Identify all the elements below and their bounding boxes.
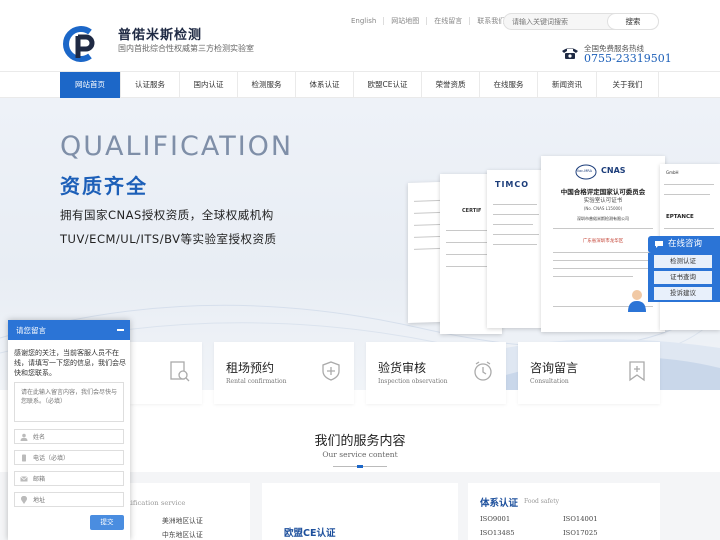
main-nav: 网站首页 认证服务 国内认证 检测服务 体系认证 欧盟CE认证 荣誉资质 在线服… [0, 71, 720, 98]
shield-plus-icon [322, 361, 340, 381]
message-popup-title: 请您留言 [16, 326, 46, 335]
email-field[interactable] [14, 471, 124, 486]
online-consult-menu: 检测认证 证书查询 投诉建议 [648, 253, 720, 302]
consult-item-complaint[interactable]: 投诉建议 [654, 287, 712, 300]
search-button[interactable]: 搜索 [607, 13, 659, 30]
nav-item-news[interactable]: 新闻资讯 [537, 72, 596, 98]
banner-headline-cn: 资质齐全 [60, 174, 148, 198]
cnas-logo: CNAS [601, 166, 626, 175]
clock-icon [474, 361, 492, 381]
service-card-inspection[interactable]: 验货审核 Inspection observation [366, 342, 506, 404]
cert-number: (No. CNAS L15000) [583, 206, 623, 211]
phone-icon [562, 48, 578, 59]
panel-middle-title[interactable]: 欧盟CE认证 [284, 525, 335, 539]
top-link-english[interactable]: English [344, 17, 385, 25]
service-panel-right: 体系认证 Food safety ISO9001 ISO14001 ISO134… [468, 483, 660, 540]
top-links: English 网站地图 在线留言 联系我们 [344, 17, 512, 25]
consult-item-certificate-query[interactable]: 证书查询 [654, 271, 712, 284]
panel-right-item-iso13485[interactable]: ISO13485 [480, 529, 515, 537]
service-card-consultation[interactable]: 咨询留言 Consultation [518, 342, 660, 404]
cert-right-eptance: EPTANCE [666, 214, 694, 220]
certificate-doc-timco: TIMCO [487, 170, 545, 328]
nav-item-about[interactable]: 关于我们 [596, 72, 659, 98]
service-title-inspection: 验货审核 [378, 361, 427, 375]
message-textarea[interactable] [14, 382, 124, 422]
brand-subtitle: 国内首批综合性权威第三方检测实验室 [118, 44, 254, 53]
nav-item-online[interactable]: 在线服务 [479, 72, 537, 98]
minimize-icon[interactable] [117, 329, 124, 331]
panel-right-item-iso14001[interactable]: ISO14001 [563, 515, 598, 523]
nav-item-ce[interactable]: 欧盟CE认证 [353, 72, 421, 98]
address-field[interactable] [14, 492, 124, 507]
panel-left-item-1[interactable]: 美洲地区认证 [162, 515, 203, 525]
nav-item-certification[interactable]: 认证服务 [120, 72, 179, 98]
cert-subtitle: 实验室认可证书 [583, 198, 623, 204]
nav-item-domestic[interactable]: 国内认证 [179, 72, 237, 98]
mail-icon [20, 476, 28, 482]
panel-right-title-en: Food safety [524, 498, 560, 505]
name-field[interactable] [14, 429, 124, 444]
phone-small-icon [22, 454, 26, 462]
section-divider-accent [357, 465, 363, 468]
bookmark-plus-icon [629, 361, 645, 382]
service-card-partial[interactable] [130, 342, 202, 404]
banner-line-2: TUV/ECM/UL/ITS/BV等实验室授权资质 [60, 232, 277, 246]
service-en-consultation: Consultation [530, 378, 569, 385]
site-header: 普偌米斯检测 国内首批综合性权威第三方检测实验室 English 网站地图 在线… [0, 0, 720, 71]
chat-bubble-icon [655, 241, 663, 248]
hotline-number[interactable]: 0755-23319501 [584, 52, 672, 65]
panel-left-item-2[interactable]: 中东地区认证 [162, 529, 203, 539]
service-title-rental: 租场预约 [226, 361, 275, 375]
service-en-rental: Rental confirmation [226, 378, 287, 385]
timco-logo: TIMCO [495, 180, 530, 189]
email-input[interactable] [33, 474, 119, 484]
brand-name: 普偌米斯检测 [118, 28, 203, 43]
nav-item-honors[interactable]: 荣誉资质 [421, 72, 479, 98]
service-panel-left: tification service 美洲地区认证 中东地区认证 [120, 483, 250, 540]
phone-field[interactable] [14, 450, 124, 465]
banner-headline-en: QUALIFICATION [60, 131, 294, 162]
service-panel-middle: 欧盟CE认证 [262, 483, 458, 540]
service-card-rental[interactable]: 租场预约 Rental confirmation [214, 342, 354, 404]
online-consult-header[interactable]: 在线咨询 [648, 236, 720, 253]
nav-item-testing[interactable]: 检测服务 [237, 72, 295, 98]
consult-item-testing[interactable]: 检测认证 [654, 255, 712, 268]
message-popup-header: 请您留言 [8, 320, 130, 340]
cert-doc2-label: CERTIF [462, 208, 482, 214]
submit-button[interactable]: 提交 [90, 515, 124, 530]
cert-title: 中国合格评定国家认可委员会 [560, 188, 646, 196]
cert-org: 深圳市普偌米斯检测有限公司 [577, 216, 629, 221]
document-search-icon [170, 361, 190, 382]
message-intro: 感谢您的关注，当前客服人员不在线，请填写一下您的信息，我们会尽快和您联系。 [14, 349, 126, 377]
service-title-consultation: 咨询留言 [530, 361, 579, 375]
ilac-mra-label: ilac-MRA [577, 169, 592, 173]
top-link-sitemap[interactable]: 网站地图 [384, 17, 428, 25]
cert-right-gmbh: GmbH [666, 170, 679, 175]
nav-item-system[interactable]: 体系认证 [295, 72, 353, 98]
service-en-inspection: Inspection observation [378, 378, 448, 385]
banner-line-1: 拥有国家CNAS授权资质，全球权威机构 [60, 208, 274, 222]
search-input[interactable] [512, 16, 608, 28]
address-input[interactable] [33, 495, 119, 505]
location-icon [21, 496, 27, 504]
panel-right-title[interactable]: 体系认证 [480, 495, 518, 509]
phone-input[interactable] [33, 453, 119, 463]
person-icon [20, 433, 28, 441]
agent-avatar-icon [628, 290, 646, 312]
top-link-message[interactable]: 在线留言 [427, 17, 471, 25]
panel-right-item-iso9001[interactable]: ISO9001 [480, 515, 510, 523]
search-box: 搜索 [503, 13, 659, 30]
panel-left-en: tification service [128, 499, 186, 507]
nav-item-home[interactable]: 网站首页 [60, 72, 120, 98]
brand-logo-icon[interactable] [62, 24, 100, 64]
name-input[interactable] [33, 432, 119, 442]
online-consult-widget: 在线咨询 检测认证 证书查询 投诉建议 [626, 236, 720, 312]
panel-right-item-iso17025[interactable]: ISO17025 [563, 529, 598, 537]
online-consult-title: 在线咨询 [668, 239, 703, 249]
